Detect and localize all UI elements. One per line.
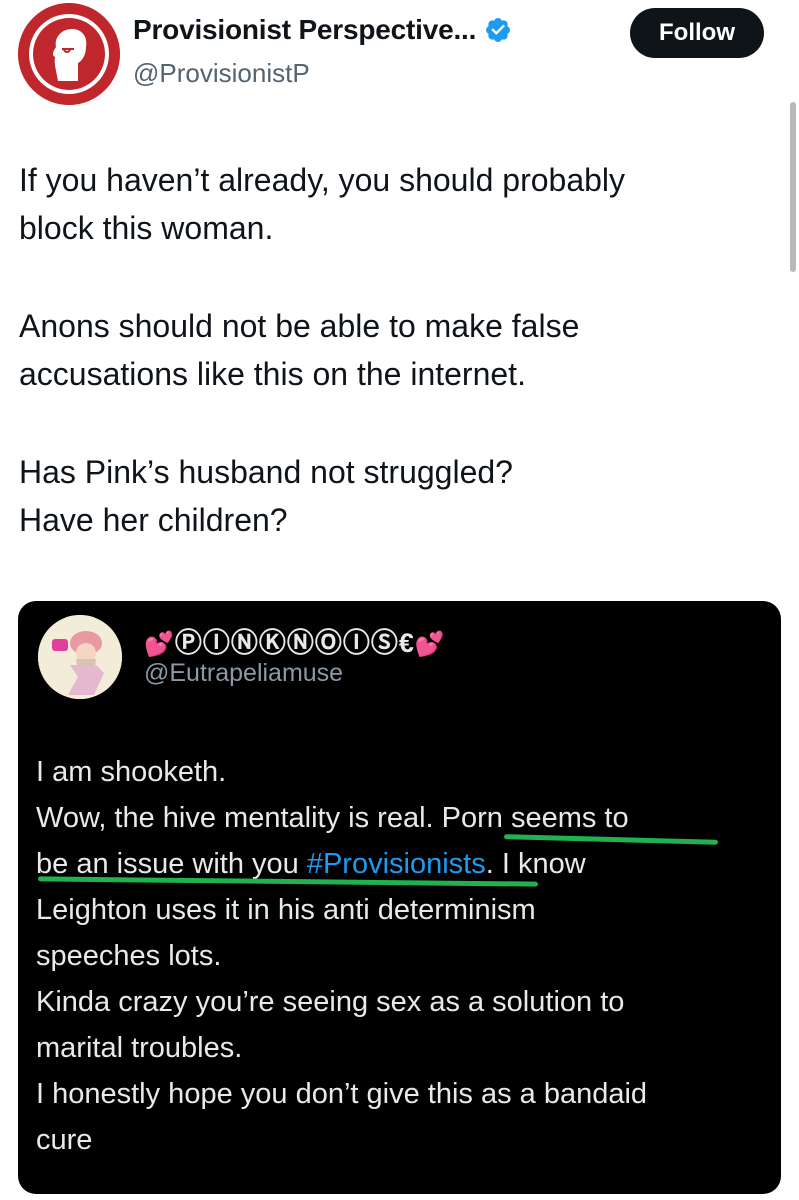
- heart-emoji: 💕: [414, 631, 446, 658]
- scrollbar[interactable]: [790, 102, 796, 272]
- quoted-tweet-body: I am shooketh. Wow, the hive mentality i…: [36, 749, 766, 1163]
- author-handle[interactable]: @ProvisionistP: [133, 58, 310, 89]
- quoted-line: Wow, the hive mentality is real. Porn se…: [36, 802, 629, 834]
- quoted-line: Kinda crazy you’re seeing sex as a solut…: [36, 986, 625, 1018]
- tweet-line: block this woman.: [19, 210, 274, 246]
- tweet-body: If you haven’t already, you should proba…: [19, 156, 759, 544]
- quoted-line: I honestly hope you don’t give this as a…: [36, 1078, 648, 1110]
- author-name-row: Provisionist Perspective...: [133, 14, 512, 46]
- tweet-line: If you haven’t already, you should proba…: [19, 162, 626, 198]
- quoted-line: Leighton uses it in his anti determinism: [36, 894, 536, 926]
- quoted-line: marital troubles.: [36, 1032, 243, 1064]
- illustrated-avatar-icon: [38, 615, 122, 699]
- quoted-author-handle[interactable]: @Eutrapeliamuse: [144, 659, 343, 688]
- hashtag-link[interactable]: #Provisionists: [307, 848, 486, 880]
- highlighted-phrase: Porn seems to: [441, 802, 629, 834]
- quoted-line: I am shooketh.: [36, 756, 227, 788]
- tweet-line: accusations like this on the internet.: [19, 356, 526, 392]
- profile-silhouette-icon: [18, 3, 120, 105]
- quoted-line: cure: [36, 1124, 93, 1156]
- quoted-tweet-card[interactable]: 💕ⓅⒾⓃⓀⓃⓄⒾⓈ€💕 @Eutrapeliamuse I am shooket…: [18, 601, 781, 1194]
- verified-badge-icon: [486, 18, 511, 42]
- author-avatar[interactable]: [18, 3, 120, 105]
- author-display-name[interactable]: Provisionist Perspective...: [133, 14, 476, 46]
- quoted-author-avatar[interactable]: [38, 615, 122, 699]
- tweet-line: Have her children?: [19, 502, 288, 538]
- quoted-display-name: ⓅⒾⓃⓀⓃⓄⒾⓈ€: [174, 628, 415, 658]
- quoted-author-name[interactable]: 💕ⓅⒾⓃⓀⓃⓄⒾⓈ€💕: [144, 621, 446, 660]
- heart-emoji: 💕: [144, 631, 175, 658]
- quoted-line: speeches lots.: [36, 940, 222, 972]
- tweet-line: Anons should not be able to make false: [19, 308, 580, 344]
- tweet-header: Provisionist Perspective... @Provisionis…: [0, 0, 799, 110]
- tweet-line: Has Pink’s husband not struggled?: [19, 454, 513, 490]
- follow-button[interactable]: Follow: [630, 8, 764, 58]
